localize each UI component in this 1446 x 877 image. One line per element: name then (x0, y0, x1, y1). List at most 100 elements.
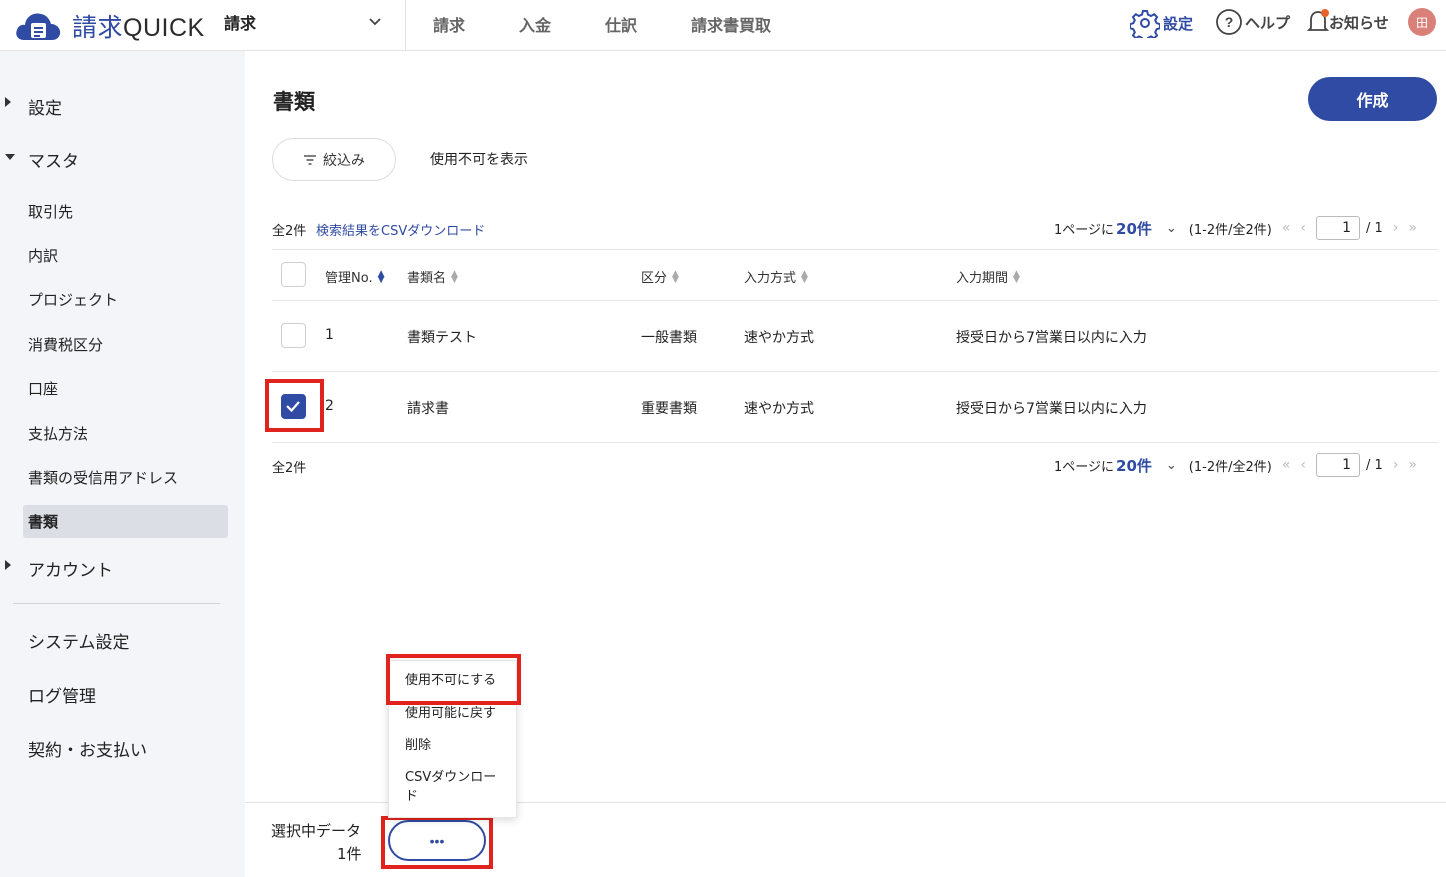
table-header-border (272, 300, 1438, 301)
header-divider (405, 0, 406, 51)
next-page-icon[interactable]: › (1393, 220, 1399, 236)
menu-item-csv-download[interactable]: CSVダウンロー (405, 768, 496, 787)
first-page-icon[interactable]: « (1282, 457, 1291, 473)
show-disabled-toggle[interactable]: 使用不可を表示 (430, 149, 528, 169)
page-title: 書類 (273, 90, 315, 114)
cell-period: 授受日から7営業日以内に入力 (956, 401, 1147, 417)
nav-payment[interactable]: 入金 (519, 12, 551, 36)
brand-jp: 請求 (72, 14, 124, 42)
cell-period: 授受日から7営業日以内に入力 (956, 330, 1147, 346)
top-bar: 請求QUICK 請求 請求 入金 仕訳 請求書買取 設定 ? ヘルプ お知らせ … (0, 0, 1446, 51)
table-top-border (272, 249, 1438, 250)
sidebar-item-payment-method[interactable]: 支払方法 (28, 423, 88, 444)
sidebar-item-account-bank[interactable]: 口座 (28, 378, 58, 399)
row-checkbox[interactable] (281, 323, 306, 348)
sidebar-item-documents-label: 書類 (28, 513, 59, 531)
chevron-down-icon[interactable] (368, 14, 382, 28)
cell-category: 重要書類 (641, 401, 697, 417)
sidebar-log-management[interactable]: ログ管理 (28, 682, 96, 707)
chevron-down-icon[interactable]: ⌄ (1166, 458, 1177, 473)
col-header-no-label: 管理No. (325, 271, 373, 286)
caret-right-icon (5, 97, 11, 107)
brand-en: QUICK (123, 14, 205, 42)
selected-data-label: 選択中データ (271, 822, 362, 840)
settings-link[interactable]: 設定 (1130, 8, 1193, 38)
next-page-icon[interactable]: › (1393, 457, 1399, 473)
col-header-name-label: 書類名 (407, 271, 447, 286)
svg-text:?: ? (1225, 14, 1234, 30)
sidebar-item-tax[interactable]: 消費税区分 (28, 334, 103, 355)
sort-icon: ▲ ▼ (672, 268, 679, 285)
nav-invoice-purchase[interactable]: 請求書買取 (691, 12, 771, 36)
col-header-method-label: 入力方式 (744, 271, 797, 286)
sidebar-item-clients[interactable]: 取引先 (28, 201, 73, 222)
select-all-checkbox[interactable] (281, 262, 306, 287)
menu-item-enable[interactable]: 使用可能に戻す (405, 704, 496, 723)
page-number-input[interactable]: 1 (1316, 453, 1361, 477)
pagination-top: 1ページに 20件 ⌄ (1-2件/全2件) « ‹ 1 / 1 › » (1054, 216, 1417, 240)
last-page-icon[interactable]: » (1408, 457, 1417, 473)
result-count-bottom: 全2件 (272, 461, 307, 476)
col-header-period-label: 入力期間 (956, 271, 1009, 286)
notices-link[interactable]: お知らせ (1307, 8, 1389, 36)
col-header-name[interactable]: 書類名 ▲ ▼ (407, 267, 458, 286)
cell-name[interactable]: 書類テスト (407, 327, 477, 347)
menu-item-csv-download-wrap[interactable]: ド (405, 787, 418, 806)
total-pages: / 1 (1366, 220, 1383, 236)
per-page-prefix: 1ページに (1054, 222, 1115, 238)
col-header-no[interactable]: 管理No. ▲ ▼ (325, 267, 385, 286)
highlight-frame (381, 816, 493, 869)
cell-no: 2 (325, 398, 334, 414)
help-icon: ? (1216, 9, 1242, 35)
gear-icon (1130, 10, 1160, 38)
app-selector-label[interactable]: 請求 (224, 10, 256, 34)
create-button[interactable]: 作成 (1308, 77, 1437, 121)
highlight-frame (386, 654, 521, 705)
cell-category: 一般書類 (641, 330, 697, 346)
col-header-category[interactable]: 区分 ▲ ▼ (641, 267, 679, 286)
per-page-prefix: 1ページに (1054, 459, 1115, 475)
sidebar-master[interactable]: マスタ (28, 147, 79, 172)
page-number-input[interactable]: 1 (1316, 216, 1361, 240)
cell-name[interactable]: 請求書 (407, 398, 449, 418)
user-avatar[interactable]: 田 (1408, 8, 1436, 36)
prev-page-icon[interactable]: ‹ (1300, 457, 1306, 473)
caret-down-icon (5, 154, 15, 160)
sidebar-item-breakdown[interactable]: 内訳 (28, 245, 58, 266)
sidebar-item-project[interactable]: プロジェクト (28, 289, 118, 310)
pagination-bottom: 1ページに 20件 ⌄ (1-2件/全2件) « ‹ 1 / 1 › » (1054, 453, 1417, 477)
help-link[interactable]: ? ヘルプ (1215, 8, 1290, 36)
cloud-logo-icon[interactable] (14, 6, 62, 44)
col-header-period[interactable]: 入力期間 ▲ ▼ (956, 267, 1020, 286)
csv-download-link[interactable]: 検索結果をCSVダウンロード (316, 220, 485, 239)
per-page-select[interactable]: 20件 (1116, 455, 1152, 476)
sidebar-account[interactable]: アカウント (28, 556, 113, 581)
settings-label: 設定 (1163, 14, 1194, 33)
sort-icon: ▲ ▼ (801, 268, 808, 285)
col-header-method[interactable]: 入力方式 ▲ ▼ (744, 267, 808, 286)
result-count: 全2件 (272, 224, 307, 239)
highlight-frame (265, 379, 324, 432)
filter-label: 絞込み (323, 152, 365, 169)
menu-item-delete[interactable]: 削除 (405, 736, 431, 755)
caret-right-icon (5, 560, 11, 570)
nav-invoice[interactable]: 請求 (433, 12, 465, 36)
sort-icon: ▲ ▼ (1013, 268, 1020, 285)
notices-label: お知らせ (1329, 13, 1389, 32)
per-page-select[interactable]: 20件 (1116, 218, 1152, 239)
chevron-down-icon[interactable]: ⌄ (1166, 221, 1177, 236)
sort-asc-icon: ▲ ▼ (377, 268, 385, 285)
filter-button[interactable]: 絞込み (272, 138, 396, 181)
sidebar-system-settings[interactable]: システム設定 (28, 628, 130, 653)
prev-page-icon[interactable]: ‹ (1300, 220, 1306, 236)
brand-name[interactable]: 請求QUICK (72, 8, 205, 44)
nav-journal[interactable]: 仕訳 (605, 12, 637, 36)
sidebar-item-doc-address[interactable]: 書類の受信用アドレス (28, 467, 178, 488)
sidebar-settings[interactable]: 設定 (28, 94, 62, 119)
cell-method: 速やか方式 (744, 330, 814, 346)
first-page-icon[interactable]: « (1282, 220, 1291, 236)
sort-icon: ▲ ▼ (451, 268, 458, 285)
last-page-icon[interactable]: » (1408, 220, 1417, 236)
row-border (272, 442, 1438, 443)
sidebar-contract[interactable]: 契約・お支払い (28, 736, 147, 761)
